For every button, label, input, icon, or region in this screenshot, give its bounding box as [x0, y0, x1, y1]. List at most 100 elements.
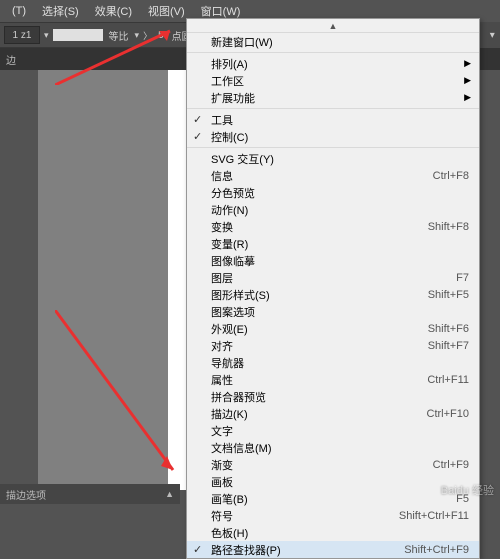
menu-item-label: 渐变	[211, 457, 433, 473]
menu-item-label: 变换	[211, 219, 428, 235]
menu-item-label: 符号	[211, 508, 399, 524]
submenu-arrow-icon: ▶	[464, 75, 471, 86]
menu-item[interactable]: 图形样式(S)Shift+F5	[187, 286, 479, 303]
shortcut-label: F7	[456, 272, 469, 284]
menu-item-label: 画板	[211, 474, 469, 490]
menu-效果c[interactable]: 效果(C)	[87, 1, 140, 21]
menu-item[interactable]: 图案选项	[187, 303, 479, 320]
menu-item[interactable]: 信息Ctrl+F8	[187, 167, 479, 184]
menu-item-label: 动作(N)	[211, 202, 469, 218]
shortcut-label: Shift+F8	[428, 221, 469, 233]
tab[interactable]: 边	[6, 52, 16, 67]
menu-item-label: 扩展功能	[211, 90, 469, 106]
menu-item-label: 排列(A)	[211, 56, 469, 72]
shortcut-label: Ctrl+F9	[433, 459, 469, 471]
menu-item[interactable]: 新建窗口(W)	[187, 33, 479, 50]
shortcut-label: Ctrl+F11	[427, 374, 469, 386]
menu-item-label: 路径查找器(P)	[211, 542, 404, 558]
menu-item[interactable]: ✓ 控制(C)	[187, 128, 479, 145]
menu-视图v[interactable]: 视图(V)	[140, 1, 193, 21]
caret-icon: 〉	[143, 29, 152, 42]
separator	[187, 108, 479, 109]
menu-item-label: 画笔(B)	[211, 491, 456, 507]
menu-item-label: 文字	[211, 423, 469, 439]
menu-t[interactable]: (T)	[4, 3, 34, 19]
menu-icon[interactable]: ▾	[490, 30, 495, 41]
scroll-up-icon[interactable]: ▲	[187, 19, 479, 33]
dropdown-icon[interactable]: ▾	[44, 30, 49, 41]
menu-item[interactable]: 外观(E)Shift+F6	[187, 320, 479, 337]
menu-item[interactable]: 文字	[187, 422, 479, 439]
check-icon: ✓	[193, 130, 202, 143]
menu-item[interactable]: 图像临摹	[187, 252, 479, 269]
menu-item-label: 图层	[211, 270, 456, 286]
shortcut-label: Shift+Ctrl+F11	[399, 510, 469, 522]
menu-item[interactable]: 变量(R)	[187, 235, 479, 252]
stroke-label: 等比	[107, 28, 131, 43]
menu-item-label: 描边(K)	[211, 406, 427, 422]
menu-选择s[interactable]: 选择(S)	[34, 1, 87, 21]
menu-item[interactable]: 文档信息(M)	[187, 439, 479, 456]
left-toolbar[interactable]	[0, 70, 36, 490]
menu-item-label: 属性	[211, 372, 427, 388]
menu-item[interactable]: 分色预览	[187, 184, 479, 201]
separator	[187, 147, 479, 148]
menu-item-label: 拼合器预览	[211, 389, 469, 405]
check-icon: ✓	[193, 113, 202, 126]
panel-label: 描边选项	[6, 487, 46, 502]
menu-item-label: 图形样式(S)	[211, 287, 428, 303]
menu-item-label: 控制(C)	[211, 129, 469, 145]
menu-item-label: 变量(R)	[211, 236, 469, 252]
menu-item[interactable]: 排列(A)▶	[187, 55, 479, 72]
menu-item[interactable]: 渐变Ctrl+F9	[187, 456, 479, 473]
menu-item[interactable]: SVG 交互(Y)	[187, 150, 479, 167]
menu-item[interactable]: 工作区▶	[187, 72, 479, 89]
zoom-field[interactable]: 1 z1	[4, 26, 40, 44]
menu-item[interactable]: 画板	[187, 473, 479, 490]
menu-item[interactable]: 图层F7	[187, 269, 479, 286]
menu-item[interactable]: 属性Ctrl+F11	[187, 371, 479, 388]
separator	[187, 52, 479, 53]
menu-item-label: 分色预览	[211, 185, 469, 201]
shortcut-label: Ctrl+F10	[427, 408, 470, 420]
menu-item[interactable]: ✓ 路径查找器(P)Shift+Ctrl+F9	[187, 541, 479, 558]
menu-item-label: 信息	[211, 168, 433, 184]
menu-item-label: 对齐	[211, 338, 428, 354]
menu-item[interactable]: 扩展功能▶	[187, 89, 479, 106]
shortcut-label: Shift+F5	[428, 289, 469, 301]
menu-item[interactable]: 画笔(B)F5	[187, 490, 479, 507]
watermark: Baidu 经验	[441, 482, 494, 498]
menu-item-label: 外观(E)	[211, 321, 428, 337]
menu-item[interactable]: 对齐Shift+F7	[187, 337, 479, 354]
menu-item[interactable]: 变换Shift+F8	[187, 218, 479, 235]
window-menu-dropdown: ▲ 新建窗口(W)排列(A)▶工作区▶扩展功能▶✓工具✓控制(C)SVG 交互(…	[186, 18, 480, 559]
check-icon: ✓	[193, 543, 202, 556]
submenu-arrow-icon: ▶	[464, 92, 471, 103]
menu-item[interactable]: 导航器	[187, 354, 479, 371]
menu-item-label: 文档信息(M)	[211, 440, 469, 456]
stroke-preview[interactable]	[53, 29, 103, 41]
menu-item[interactable]: ✓ 工具	[187, 111, 479, 128]
bottom-panel[interactable]: 描边选项 ▲	[0, 484, 180, 504]
menu-item-label: SVG 交互(Y)	[211, 151, 469, 167]
menu-item-label: 新建窗口(W)	[211, 34, 469, 50]
submenu-arrow-icon: ▶	[464, 58, 471, 69]
menu-item[interactable]: 色板(H)	[187, 524, 479, 541]
menu-item-label: 工具	[211, 112, 469, 128]
menu-item-label: 导航器	[211, 355, 469, 371]
num-field[interactable]: 5	[156, 30, 166, 41]
menu-item[interactable]: 动作(N)	[187, 201, 479, 218]
shortcut-label: Shift+Ctrl+F9	[404, 544, 469, 556]
shortcut-label: Shift+F7	[428, 340, 469, 352]
menu-item-label: 工作区	[211, 73, 469, 89]
shortcut-label: Ctrl+F8	[433, 170, 469, 182]
menu-item-label: 色板(H)	[211, 525, 469, 541]
expand-icon[interactable]: ▲	[165, 489, 174, 499]
menu-item[interactable]: 符号Shift+Ctrl+F11	[187, 507, 479, 524]
menu-item[interactable]: 描边(K)Ctrl+F10	[187, 405, 479, 422]
menu-item-label: 图像临摹	[211, 253, 469, 269]
shortcut-label: Shift+F6	[428, 323, 469, 335]
menu-item[interactable]: 拼合器预览	[187, 388, 479, 405]
menu-item-label: 图案选项	[211, 304, 469, 320]
dropdown-icon[interactable]: ▾	[135, 30, 140, 41]
